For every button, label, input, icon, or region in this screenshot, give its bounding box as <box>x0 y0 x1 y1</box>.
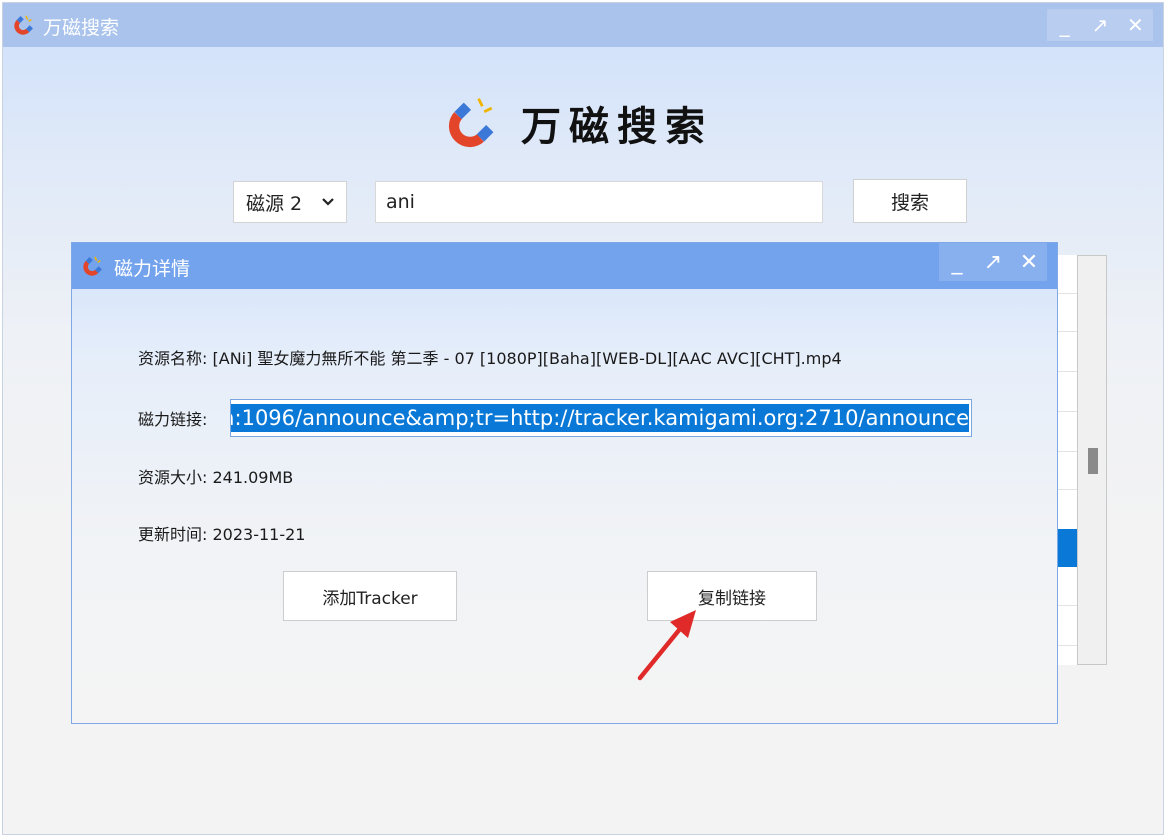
window-title: 万磁搜索 <box>43 17 120 39</box>
selected-row[interactable] <box>1056 529 1078 567</box>
dialog-window-controls: _ ↗ ✕ <box>939 243 1047 281</box>
search-button[interactable]: 搜索 <box>853 179 967 223</box>
dialog-title-bar[interactable]: 磁力详情 _ ↗ ✕ <box>72 243 1057 289</box>
title-bar[interactable]: 万磁搜索 _ ↗ ✕ <box>3 3 1163 47</box>
results-list[interactable] <box>1055 255 1078 665</box>
update-time-value: 2023-11-21 <box>212 525 306 544</box>
resource-name-value: [ANi] 聖女魔力無所不能 第二季 - 07 [1080P][Baha][WE… <box>212 349 842 368</box>
add-tracker-button[interactable]: 添加Tracker <box>283 571 457 621</box>
magnet-link-row: 磁力链接: <box>138 406 207 430</box>
resource-size-value: 241.09MB <box>212 468 294 487</box>
magnet-link-field[interactable]: om:1096/announce&amp;tr=http://tracker.k… <box>230 399 972 437</box>
source-select-value: 磁源 2 <box>246 192 303 215</box>
dialog-title: 磁力详情 <box>114 258 191 280</box>
window-controls: _ ↗ ✕ <box>1047 9 1153 41</box>
dialog-close-button[interactable]: ✕ <box>1011 243 1047 281</box>
scrollbar-thumb[interactable] <box>1088 448 1098 474</box>
magnet-link-selected-text[interactable]: om:1096/announce&amp;tr=http://tracker.k… <box>231 404 969 432</box>
resource-size-row: 资源大小: 241.09MB <box>138 464 293 488</box>
magnet-link-label: 磁力链接: <box>138 410 208 429</box>
dialog-minimize-button[interactable]: _ <box>939 243 975 281</box>
resource-size-label: 资源大小: <box>138 468 208 487</box>
magnet-detail-dialog: 磁力详情 _ ↗ ✕ 资源名称: [ANi] 聖女魔力無所不能 第二季 - 07… <box>71 242 1058 724</box>
close-button[interactable]: ✕ <box>1118 9 1153 41</box>
results-scrollbar[interactable] <box>1077 255 1107 665</box>
search-input[interactable] <box>375 181 823 223</box>
minimize-button[interactable]: _ <box>1047 9 1082 41</box>
magnet-icon <box>14 15 33 35</box>
logo-text: 万磁搜索 <box>521 104 713 150</box>
red-arrow-annotation <box>637 610 696 681</box>
update-time-label: 更新时间: <box>138 525 208 544</box>
app-logo: 万磁搜索 <box>445 93 713 153</box>
chevron-down-icon <box>322 198 334 206</box>
maximize-button[interactable]: ↗ <box>1082 9 1117 41</box>
dialog-maximize-button[interactable]: ↗ <box>975 243 1011 281</box>
source-select[interactable]: 磁源 2 <box>233 181 347 223</box>
resource-name-label: 资源名称: <box>138 349 208 368</box>
update-time-row: 更新时间: 2023-11-21 <box>138 521 305 545</box>
magnet-icon <box>83 256 102 276</box>
magnet-icon <box>448 98 494 148</box>
resource-name-row: 资源名称: [ANi] 聖女魔力無所不能 第二季 - 07 [1080P][Ba… <box>138 345 842 369</box>
